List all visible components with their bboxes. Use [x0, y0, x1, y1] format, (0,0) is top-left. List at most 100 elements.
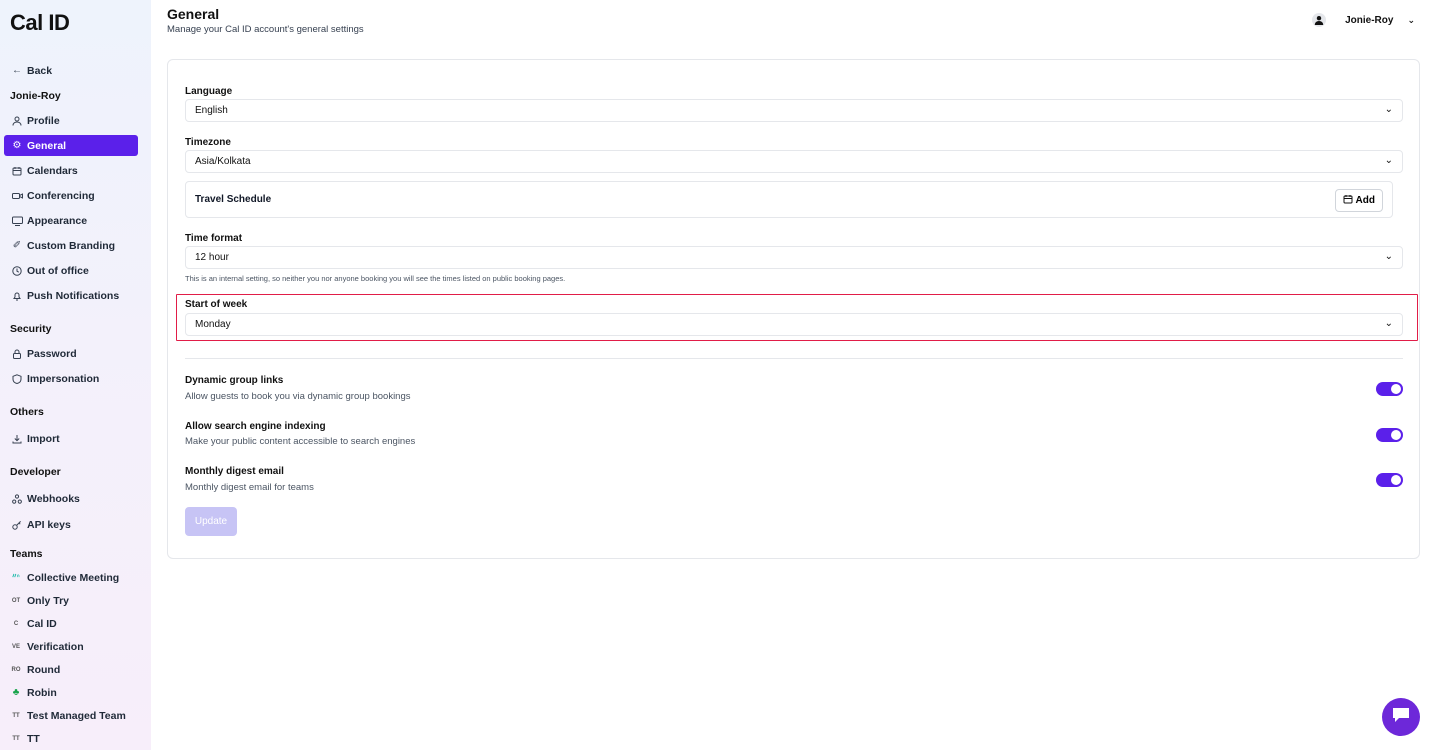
clock-icon [10, 265, 24, 276]
dynamic-group-links-title: Dynamic group links [185, 375, 284, 386]
sidebar-item-conferencing[interactable]: Conferencing [0, 183, 151, 208]
timezone-value: Asia/Kolkata [195, 156, 251, 167]
bell-icon [10, 291, 24, 301]
sidebar-item-profile[interactable]: Profile [0, 108, 151, 133]
search-indexing-toggle[interactable] [1376, 428, 1403, 442]
arrow-left-icon: ← [12, 65, 22, 76]
timezone-select[interactable]: Asia/Kolkata ⌄ [185, 150, 1403, 173]
shield-icon [10, 373, 24, 384]
calendar-icon [1343, 194, 1353, 207]
sidebar-item-label: Appearance [27, 214, 88, 227]
sidebar-section-developer: Developer [10, 465, 61, 478]
username: Jonie-Roy [1345, 14, 1394, 26]
sidebar-nav: ← Back Jonie-Roy Profile ⚙ General Calen… [0, 58, 151, 750]
sidebar-team-tt[interactable]: TT TT [0, 727, 151, 750]
sidebar-section-security: Security [10, 322, 52, 335]
video-icon [10, 191, 24, 201]
chat-icon [1391, 706, 1411, 729]
chevron-down-icon: ⌄ [1384, 155, 1393, 166]
user-icon [10, 116, 24, 126]
team-avatar-icon: ᐥᐢ [12, 573, 20, 582]
sidebar-item-custom-branding[interactable]: ✐ Custom Branding [0, 233, 151, 258]
start-of-week-value: Monday [195, 319, 231, 330]
sidebar-team-cal-id[interactable]: C Cal ID [0, 612, 151, 635]
time-format-hint: This is an internal setting, so neither … [185, 274, 566, 283]
dynamic-group-links-toggle[interactable] [1376, 382, 1403, 396]
key-icon [10, 520, 24, 530]
sidebar-item-impersonation[interactable]: Impersonation [0, 366, 151, 391]
time-format-select[interactable]: 12 hour ⌄ [185, 246, 1403, 269]
webhook-icon [10, 493, 24, 504]
start-of-week-label: Start of week [185, 299, 248, 310]
toggle-knob [1391, 475, 1401, 485]
team-avatar-icon: OT [11, 597, 21, 604]
sidebar-team-label: Robin [27, 686, 57, 699]
team-avatar-icon: ♣ [12, 687, 20, 698]
general-settings-card: Language English ⌄ Timezone Asia/Kolkata… [167, 59, 1420, 559]
sidebar-item-label: Password [27, 347, 77, 360]
language-value: English [195, 105, 228, 116]
sidebar-item-label: General [27, 139, 67, 152]
update-button[interactable]: Update [185, 507, 237, 536]
sidebar-team-label: Only Try [27, 594, 70, 607]
add-label: Add [1355, 195, 1375, 206]
sidebar-team-verification[interactable]: VE Verification [0, 635, 151, 658]
sidebar-item-label: Out of office [27, 264, 89, 277]
sidebar-item-general[interactable]: ⚙ General [4, 135, 138, 156]
sidebar-section-teams: Teams [10, 547, 43, 560]
timezone-label: Timezone [185, 137, 231, 148]
add-travel-schedule-button[interactable]: Add [1334, 189, 1383, 212]
chevron-down-icon: ⌄ [1384, 251, 1393, 262]
sidebar-team-label: Cal ID [27, 617, 57, 630]
sidebar-item-label: Webhooks [27, 492, 80, 505]
section-divider [185, 358, 1403, 359]
chevron-down-icon: ⌄ [1384, 318, 1393, 329]
sidebar-team-test-managed-team[interactable]: TT Test Managed Team [0, 704, 151, 727]
monitor-icon [10, 216, 24, 226]
page-subtitle: Manage your Cal ID account's general set… [167, 24, 364, 35]
team-avatar-icon: RO [11, 666, 21, 673]
sidebar-item-out-of-office[interactable]: Out of office [0, 258, 151, 283]
calendar-icon [10, 166, 24, 176]
lock-icon [10, 349, 24, 359]
start-of-week-select[interactable]: Monday ⌄ [185, 313, 1403, 336]
team-avatar-icon: C [13, 620, 19, 627]
time-format-value: 12 hour [195, 252, 229, 263]
chat-launcher-button[interactable] [1382, 698, 1420, 736]
sidebar-item-push-notifications[interactable]: Push Notifications [0, 283, 151, 308]
back-link[interactable]: ← Back [0, 58, 151, 83]
toggle-knob [1391, 384, 1401, 394]
sidebar-team-label: TT [27, 732, 40, 745]
sidebar-team-round[interactable]: RO Round [0, 658, 151, 681]
sidebar-item-password[interactable]: Password [0, 341, 151, 366]
chevron-down-icon: ⌄ [1407, 14, 1415, 25]
monthly-digest-toggle[interactable] [1376, 473, 1403, 487]
sidebar-item-api-keys[interactable]: API keys [0, 512, 151, 537]
sidebar-team-label: Test Managed Team [27, 709, 126, 722]
sidebar-team-robin[interactable]: ♣ Robin [0, 681, 151, 704]
dynamic-group-links-desc: Allow guests to book you via dynamic gro… [185, 391, 411, 402]
sidebar-item-label: Push Notifications [27, 289, 120, 302]
sidebar-team-only-try[interactable]: OT Only Try [0, 589, 151, 612]
sidebar-item-calendars[interactable]: Calendars [0, 158, 151, 183]
sidebar-item-appearance[interactable]: Appearance [0, 208, 151, 233]
sidebar-item-webhooks[interactable]: Webhooks [0, 486, 151, 511]
sidebar-item-label: API keys [27, 518, 71, 531]
search-indexing-desc: Make your public content accessible to s… [185, 436, 416, 447]
gear-icon: ⚙ [12, 140, 22, 151]
team-avatar-icon: TT [12, 735, 20, 742]
sidebar-section-others: Others [10, 405, 44, 418]
sidebar-item-label: Profile [27, 114, 60, 127]
toggle-knob [1391, 430, 1401, 440]
monthly-digest-desc: Monthly digest email for teams [185, 482, 314, 493]
language-select[interactable]: English ⌄ [185, 99, 1403, 122]
brush-icon: ✐ [12, 240, 22, 251]
user-menu[interactable]: Jonie-Roy ⌄ [1312, 13, 1415, 27]
sidebar-item-import[interactable]: Import [0, 426, 151, 451]
sidebar-team-collective-meeting[interactable]: ᐥᐢ Collective Meeting [0, 566, 151, 589]
page-title: General [167, 6, 220, 22]
language-label: Language [185, 86, 233, 97]
sidebar-section-user: Jonie-Roy [10, 89, 61, 102]
sidebar-item-label: Custom Branding [27, 239, 116, 252]
sidebar-team-label: Verification [27, 640, 84, 653]
